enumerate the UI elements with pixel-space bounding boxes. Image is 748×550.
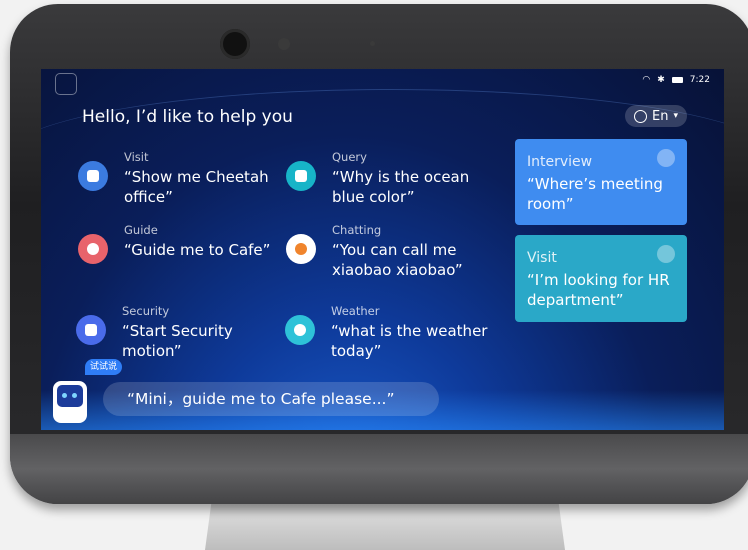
suggestion-category: Guide	[124, 223, 158, 237]
wifi-icon: ◠	[642, 75, 651, 85]
chevron-down-icon: ▾	[673, 111, 678, 121]
card-interview[interactable]: Interview “Where’s meeting room”	[515, 139, 687, 225]
suggestion-category: Query	[332, 150, 367, 164]
camera-lens	[220, 29, 250, 59]
chat-bubble-icon	[286, 234, 316, 264]
screen: ◠ ✱ 7:22 Hello, I’d like to help you En …	[41, 69, 724, 430]
book-icon	[286, 161, 316, 191]
card-title: Visit	[527, 250, 557, 266]
language-button[interactable]: En ▾	[625, 105, 687, 127]
suggestion-text: “Show me Cheetah office”	[124, 168, 269, 206]
bluetooth-icon: ✱	[657, 75, 665, 85]
location-pin-icon	[78, 234, 108, 264]
card-text: “Where’s meeting room”	[527, 175, 663, 213]
suggestion-category: Chatting	[332, 223, 382, 237]
greeting-title: Hello, I’d like to help you	[82, 107, 293, 127]
voice-prompt-bubble[interactable]: “Mini，guide me to Cafe please...”	[103, 382, 439, 416]
status-bar: ◠ ✱ 7:22	[642, 75, 710, 85]
cloud-sun-icon	[285, 315, 315, 345]
language-label: En	[652, 108, 669, 124]
suggestion-text: “Guide me to Cafe”	[124, 241, 271, 259]
globe-icon	[634, 109, 648, 123]
assistant-robot-icon[interactable]	[53, 381, 87, 423]
card-visit[interactable]: Visit “I’m looking for HR department”	[515, 235, 687, 322]
suggestion-text: “You can call me xiaobao xiaobao”	[332, 241, 463, 279]
card-text: “I’m looking for HR department”	[527, 271, 670, 309]
suggestion-category: Visit	[124, 150, 149, 164]
camera-sensor	[278, 38, 290, 50]
suggestion-text: “Start Security motion”	[122, 322, 233, 360]
light-sensor	[370, 41, 375, 46]
clock: 7:22	[689, 75, 710, 85]
try-saying-badge: 试试说	[85, 359, 123, 375]
flag-icon	[78, 161, 108, 191]
suggestion-text: “Why is the ocean blue color”	[332, 168, 470, 206]
suggestion-text: “what is the weather today”	[331, 322, 488, 360]
battery-icon	[671, 77, 683, 83]
suggestion-category: Weather	[331, 304, 380, 318]
robot-logo-icon	[55, 73, 77, 95]
card-title: Interview	[527, 154, 593, 170]
suggestion-category: Security	[122, 304, 170, 318]
shield-icon	[76, 315, 106, 345]
